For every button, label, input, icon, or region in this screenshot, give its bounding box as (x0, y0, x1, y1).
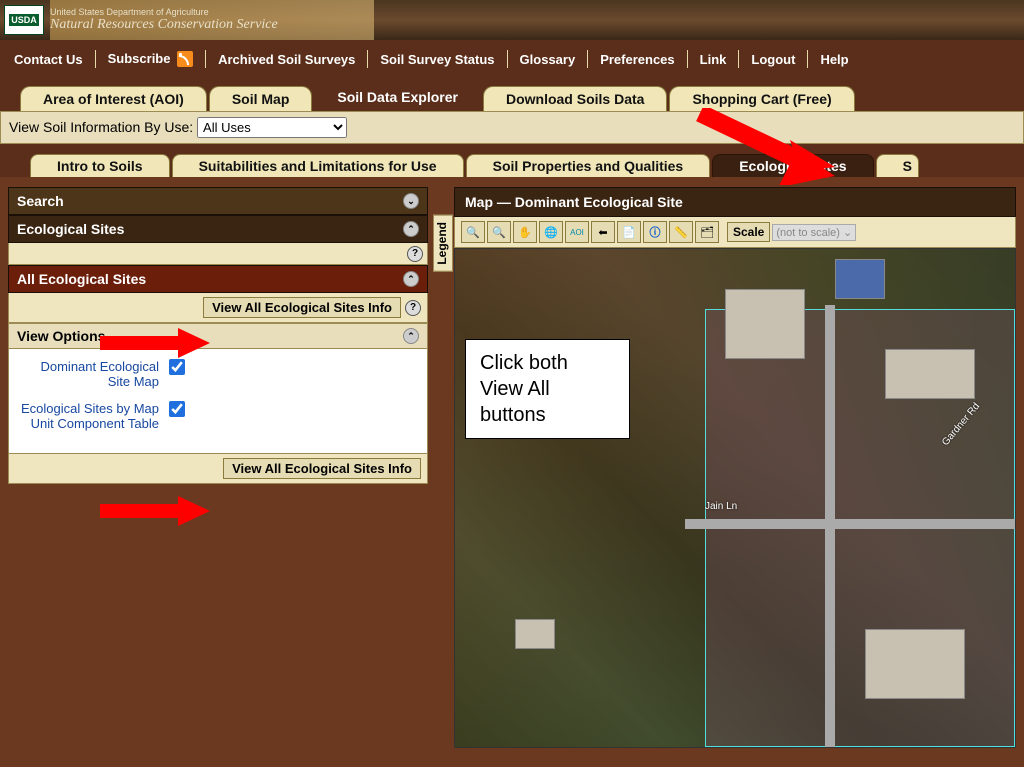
subtab-intro[interactable]: Intro to Soils (30, 154, 170, 177)
chevron-up-icon: ⌃ (403, 328, 419, 344)
opt-table-check[interactable] (169, 401, 185, 417)
globe-icon[interactable]: 🌐 (539, 221, 563, 243)
layers-icon[interactable]: 🗂 (695, 221, 719, 243)
annotation-arrow-2 (100, 328, 210, 358)
nav-status[interactable]: Soil Survey Status (372, 50, 502, 69)
nav-help[interactable]: Help (812, 50, 856, 69)
scale-label: Scale (727, 222, 770, 242)
annotation-note: Click both View All buttons (465, 339, 630, 439)
action-bar-top: View All Ecological Sites Info ? (8, 293, 428, 323)
page-icon[interactable]: 📄 (617, 221, 641, 243)
nav-contact[interactable]: Contact Us (6, 50, 91, 69)
top-nav: Contact Us Subscribe Archived Soil Surve… (0, 44, 1024, 74)
viewby-label: View Soil Information By Use: (9, 119, 193, 135)
legend-tab[interactable]: Legend (433, 215, 453, 272)
scale-select[interactable]: (not to scale) ⌄ (772, 224, 856, 241)
view-all-button-bottom[interactable]: View All Ecological Sites Info (223, 458, 421, 479)
header-dept: United States Department of Agriculture (50, 7, 278, 17)
map-area[interactable]: Jain Ln Gardner Rd Click both View All b… (454, 248, 1016, 748)
pan-icon[interactable]: ✋ (513, 221, 537, 243)
subtab-cutoff[interactable]: S (876, 154, 919, 177)
rss-icon (177, 51, 193, 67)
nav-logout[interactable]: Logout (743, 50, 803, 69)
opt-dominant-check[interactable] (169, 359, 185, 375)
opt-table-label: Ecological Sites by Map Unit Component T… (19, 401, 159, 431)
chevron-up-icon: ⌃ (403, 221, 419, 237)
map-title: Map — Dominant Ecological Site (454, 187, 1016, 217)
measure-icon[interactable]: 📏 (669, 221, 693, 243)
view-options-header[interactable]: View Options ⌃ (9, 324, 427, 349)
viewby-select[interactable]: All Uses (197, 117, 347, 138)
subtab-properties[interactable]: Soil Properties and Qualities (466, 154, 711, 177)
nav-link[interactable]: Link (692, 50, 735, 69)
left-panel: Search ⌄ Ecological Sites ⌃ ? All Ecolog… (8, 187, 428, 757)
chevron-down-icon: ⌄ (403, 193, 419, 209)
eco-sites-sub: ? (8, 243, 428, 265)
tab-aoi[interactable]: Area of Interest (AOI) (20, 86, 207, 111)
nav-glossary[interactable]: Glossary (512, 50, 584, 69)
help-icon[interactable]: ? (407, 246, 423, 262)
street-jain: Jain Ln (705, 501, 737, 512)
view-all-button-top[interactable]: View All Ecological Sites Info (203, 297, 401, 318)
annotation-arrow-3 (100, 496, 210, 526)
aoi-icon[interactable]: AOI (565, 221, 589, 243)
map-toolbar: 🔍 🔍 ✋ 🌐 AOI ⬅ 📄 ⓘ 📏 🗂 Scale (not to scal… (454, 217, 1016, 248)
main-tabs: Area of Interest (AOI) Soil Map Soil Dat… (0, 82, 1024, 111)
usda-logo: USDA (4, 5, 44, 35)
panel-all-eco[interactable]: All Ecological Sites ⌃ (8, 265, 428, 293)
header-service: Natural Resources Conservation Service (50, 17, 278, 33)
content-area: Search ⌄ Ecological Sites ⌃ ? All Ecolog… (0, 177, 1024, 767)
tab-download[interactable]: Download Soils Data (483, 86, 667, 111)
right-panel: Legend Map — Dominant Ecological Site 🔍 … (436, 187, 1016, 757)
tab-soil-map[interactable]: Soil Map (209, 86, 313, 111)
view-by-use-bar: View Soil Information By Use: All Uses (0, 111, 1024, 144)
panel-search[interactable]: Search ⌄ (8, 187, 428, 215)
sub-tabs: Intro to Soils Suitabilities and Limitat… (0, 154, 1024, 177)
action-bar-bottom: View All Ecological Sites Info (8, 454, 428, 484)
nav-archived[interactable]: Archived Soil Surveys (210, 50, 363, 69)
back-icon[interactable]: ⬅ (591, 221, 615, 243)
view-options: View Options ⌃ Dominant Ecological Site … (8, 323, 428, 454)
info-icon[interactable]: ⓘ (643, 221, 667, 243)
panel-eco-sites[interactable]: Ecological Sites ⌃ (8, 215, 428, 243)
zoom-in-icon[interactable]: 🔍 (461, 221, 485, 243)
help-icon[interactable]: ? (405, 300, 421, 316)
nav-subscribe[interactable]: Subscribe (100, 49, 201, 70)
usda-header: USDA United States Department of Agricul… (0, 0, 1024, 40)
zoom-out-icon[interactable]: 🔍 (487, 221, 511, 243)
annotation-arrow-1b (695, 108, 845, 188)
opt-dominant-label: Dominant Ecological Site Map (19, 359, 159, 389)
tab-explorer[interactable]: Soil Data Explorer (314, 82, 481, 111)
chevron-up-icon: ⌃ (403, 271, 419, 287)
nav-preferences[interactable]: Preferences (592, 50, 682, 69)
subtab-suitabilities[interactable]: Suitabilities and Limitations for Use (172, 154, 464, 177)
